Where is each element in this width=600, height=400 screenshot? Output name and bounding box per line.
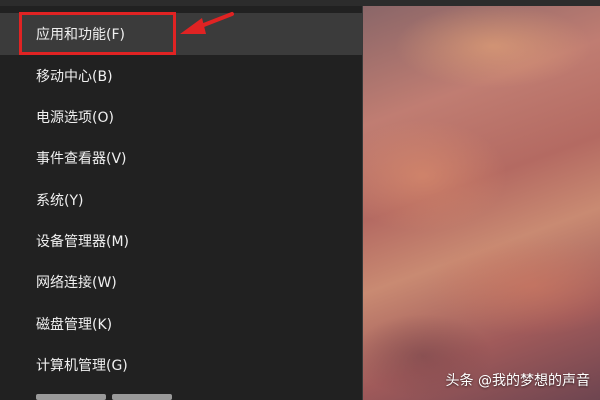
watermark: 头条 @我的梦想的声音 xyxy=(445,373,590,389)
menu-item-label: 网络连接(W) xyxy=(36,275,117,291)
menu-item-label: 电源选项(O) xyxy=(36,110,114,126)
menu-item-power-options[interactable]: 电源选项(O) xyxy=(0,96,362,138)
menu-item-apps-features[interactable]: 应用和功能(F) xyxy=(0,13,362,55)
menu-item-label: 磁盘管理(K) xyxy=(36,317,113,333)
menu-item-label: 事件查看器(V) xyxy=(36,151,127,167)
menu-item-system[interactable]: 系统(Y) xyxy=(0,179,362,221)
menu-item-label: 移动中心(B) xyxy=(36,69,113,85)
menu-item-event-viewer[interactable]: 事件查看器(V) xyxy=(0,137,362,179)
menu-item-label: 应用和功能(F) xyxy=(36,27,125,43)
menu-item-mobility-center[interactable]: 移动中心(B) xyxy=(0,55,362,97)
menu-item-network-connections[interactable]: 网络连接(W) xyxy=(0,261,362,303)
menu-item-device-manager[interactable]: 设备管理器(M) xyxy=(0,220,362,262)
menu-item-cut-off[interactable] xyxy=(0,380,362,400)
menu-item-label: 计算机管理(G) xyxy=(36,358,128,374)
cut-off-text xyxy=(36,394,106,400)
desktop-wallpaper: 头条 @我的梦想的声音 xyxy=(363,6,600,400)
menu-item-label: 系统(Y) xyxy=(36,193,84,209)
menu-item-disk-management[interactable]: 磁盘管理(K) xyxy=(0,303,362,345)
cut-off-text xyxy=(112,394,172,400)
quick-link-menu: 应用和功能(F) 移动中心(B) 电源选项(O) 事件查看器(V) 系统(Y) … xyxy=(0,6,363,400)
menu-item-label: 设备管理器(M) xyxy=(36,234,130,250)
